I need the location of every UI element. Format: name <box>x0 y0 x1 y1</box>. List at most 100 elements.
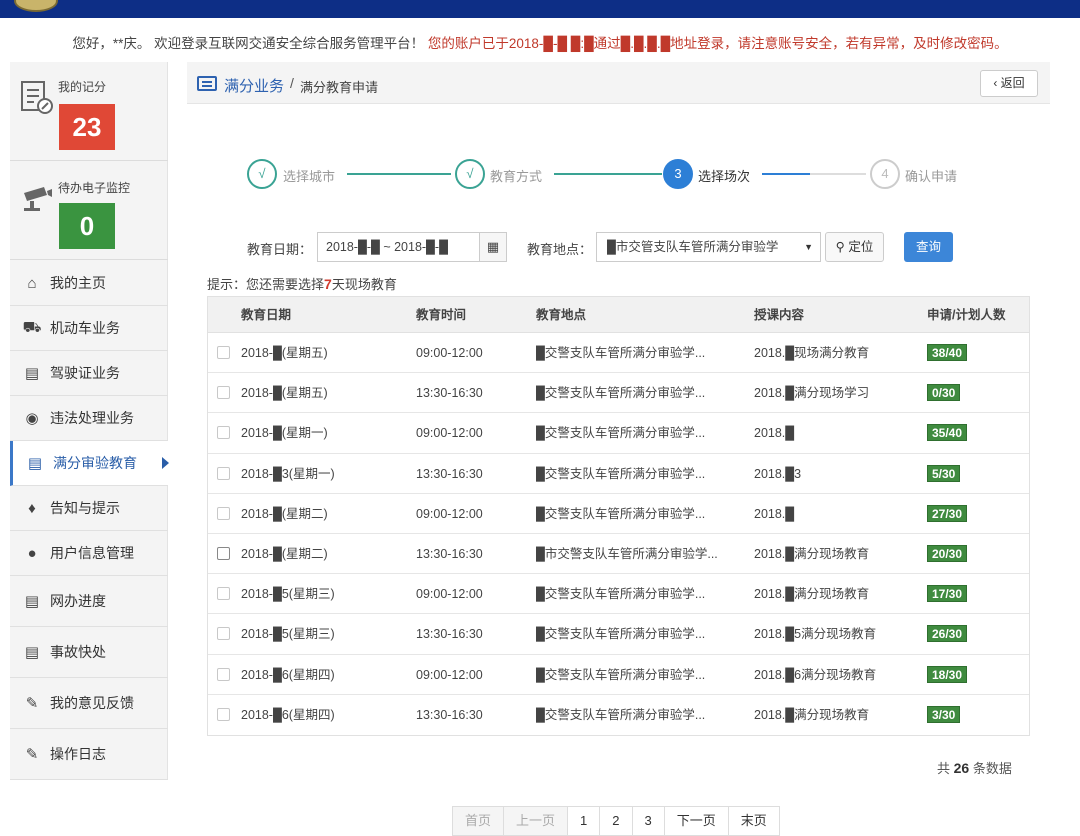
cell-content: 2018.█ <box>754 426 795 441</box>
welcome-hello: 您好，**庆。 欢迎登录互联网交通安全综合服务管理平台！ <box>72 36 425 51</box>
cell-count: 20/30 <box>927 534 968 574</box>
capacity-badge: 20/30 <box>927 544 968 562</box>
table-row[interactable]: 2018-█(星期一) 09:00-12:00 █交警支队车管所满分审验学... 20… <box>208 413 1029 454</box>
sidebar-item-progress[interactable]: ▤ 网办进度 <box>10 576 168 627</box>
table-row[interactable]: 2018-█(星期五) 13:30-16:30 █交警支队车管所满分审验学... 20… <box>208 373 1029 414</box>
cell-date: 2018-█(星期二) <box>241 546 328 561</box>
sidebar-item-feedback[interactable]: ✎ 我的意见反馈 <box>10 678 168 729</box>
row-checkbox[interactable] <box>217 466 230 480</box>
log-icon: ✎ <box>25 746 39 763</box>
row-checkbox[interactable] <box>217 506 230 520</box>
capacity-badge: 0/30 <box>927 384 961 402</box>
cell-count: 35/40 <box>927 413 968 453</box>
sidebar-item-home[interactable]: ⌂ 我的主页 <box>10 261 168 306</box>
place-select-value: █市交管支队车管所满分审验学 <box>607 240 779 254</box>
table-row[interactable]: 2018-█(星期二) 13:30-16:30 █市交警支队车管所满分审验学... 2… <box>208 534 1029 575</box>
cell-content: 2018.█现场满分教育 <box>754 346 870 360</box>
sidebar-item-license[interactable]: ▤ 驾驶证业务 <box>10 351 168 396</box>
first-page-button[interactable]: 首页 <box>453 807 505 835</box>
column-header-count: 申请/计划人数 <box>927 308 1006 322</box>
sidebar-item-vehicle[interactable]: ⛟ 机动车业务 <box>10 306 168 351</box>
table-row[interactable]: 2018-█5(星期三) 13:30-16:30 █交警支队车管所满分审验学... 2… <box>208 614 1029 655</box>
locate-button-label: 定位 <box>848 240 874 254</box>
row-checkbox[interactable] <box>217 546 230 560</box>
total-prefix: 共 <box>937 761 951 776</box>
cell-count: 18/30 <box>927 655 968 695</box>
welcome-message: 您好，**庆。 欢迎登录互联网交通安全综合服务管理平台！ 您的账户已于2018-… <box>0 32 1080 52</box>
total-number: 26 <box>953 760 970 776</box>
hint-suffix: 天现场教育 <box>331 277 397 292</box>
cell-count: 5/30 <box>927 454 961 494</box>
step-connector <box>810 173 866 175</box>
page-1-button[interactable]: 1 <box>568 807 601 835</box>
row-checkbox[interactable] <box>217 386 230 400</box>
sidebar-item-label: 违法处理业务 <box>50 410 134 426</box>
login-warning: 您的账户已于2018-█-█ █:█通过█.█.█.█地址登录，请注意账号安全，… <box>427 36 1008 51</box>
page-3-button[interactable]: 3 <box>632 807 665 835</box>
table-row[interactable]: 2018-█3(星期一) 13:30-16:30 █交警支队车管所满分审验学... 2… <box>208 454 1029 494</box>
locate-button[interactable]: ⚲ 定位 <box>825 232 884 262</box>
cell-date: 2018-█5(星期三) <box>241 627 335 642</box>
cell-time: 09:00-12:00 <box>416 506 483 521</box>
step-4-number: 4 <box>870 159 900 189</box>
active-arrow-icon <box>162 457 169 469</box>
date-range-input[interactable]: 2018-█-█ ~ 2018-█-█ ▦ <box>317 232 507 262</box>
sidebar-item-user-info[interactable]: ● 用户信息管理 <box>10 531 168 576</box>
step-connector <box>347 173 451 175</box>
row-checkbox[interactable] <box>217 346 230 359</box>
date-range-value: 2018-█-█ ~ 2018-█-█ <box>326 240 448 254</box>
last-page-button[interactable]: 末页 <box>728 807 779 835</box>
cell-content: 2018.█ <box>754 506 795 521</box>
cell-content: 2018.█满分现场教育 <box>754 707 870 722</box>
score-panel[interactable]: 我的记分 23 <box>10 62 168 161</box>
cell-place: █市交警支队车管所满分审验学... <box>536 546 718 561</box>
monitor-panel[interactable]: 待办电子监控 0 <box>10 161 168 260</box>
next-page-button[interactable]: 下一页 <box>664 807 729 835</box>
table-row[interactable]: 2018-█6(星期四) 13:30-16:30 █交警支队车管所满分审验学... 2… <box>208 695 1029 735</box>
cell-place: █交警支队车管所满分审验学... <box>536 386 706 401</box>
score-value: 23 <box>59 104 115 150</box>
capacity-badge: 38/40 <box>927 344 968 361</box>
cell-time: 13:30-16:30 <box>416 627 483 642</box>
calendar-icon[interactable]: ▦ <box>479 233 506 261</box>
cell-count: 38/40 <box>927 333 968 373</box>
cell-place: █交警支队车管所满分审验学... <box>536 426 706 441</box>
back-button[interactable]: ‹ 返回 <box>980 70 1038 97</box>
row-checkbox[interactable] <box>217 587 230 601</box>
query-button[interactable]: 查询 <box>904 232 953 262</box>
cell-place: █交警支队车管所满分审验学... <box>536 346 706 360</box>
table-row[interactable]: 2018-█6(星期四) 09:00-12:00 █交警支队车管所满分审验学... 2… <box>208 655 1029 695</box>
cell-content: 2018.█3 <box>754 466 802 481</box>
prev-page-button[interactable]: 上一页 <box>504 807 569 835</box>
session-table: 教育日期 教育时间 教育地点 授课内容 申请/计划人数 2018-█(星期五) 0… <box>207 296 1030 736</box>
map-pin-icon: ⚲ <box>835 240 845 254</box>
row-checkbox[interactable] <box>217 426 230 440</box>
sidebar-item-label: 我的意见反馈 <box>50 695 134 711</box>
cell-date: 2018-█(星期二) <box>241 506 328 521</box>
bell-icon: ♦ <box>28 499 36 517</box>
breadcrumb-section[interactable]: 满分业务 <box>224 75 284 96</box>
sidebar-item-violation[interactable]: ◉ 违法处理业务 <box>10 396 168 441</box>
sidebar-item-accident[interactable]: ▤ 事故快处 <box>10 627 168 678</box>
place-select[interactable]: █市交管支队车管所满分审验学 ▼ <box>596 232 821 262</box>
table-row[interactable]: 2018-█5(星期三) 09:00-12:00 █交警支队车管所满分审验学... 2… <box>208 574 1029 615</box>
date-label: 教育日期： <box>247 242 313 257</box>
cell-date: 2018-█6(星期四) <box>241 707 335 722</box>
row-checkbox[interactable] <box>217 707 230 721</box>
page-2-button[interactable]: 2 <box>600 807 633 835</box>
sidebar-item-log[interactable]: ✎ 操作日志 <box>10 729 168 780</box>
sidebar-item-label: 我的主页 <box>50 275 106 291</box>
row-checkbox[interactable] <box>217 667 230 681</box>
capacity-badge: 18/30 <box>927 665 968 683</box>
total-suffix: 条数据 <box>972 761 1012 776</box>
cell-content: 2018.█5满分现场教育 <box>754 627 877 642</box>
step-2-check-icon: √ <box>455 159 485 189</box>
table-row[interactable]: 2018-█(星期五) 09:00-12:00 █交警支队车管所满分审验学... 20… <box>208 333 1029 374</box>
sidebar-item-notice[interactable]: ♦ 告知与提示 <box>10 486 168 531</box>
site-logo <box>14 0 58 12</box>
sidebar-item-education[interactable]: ▤ 满分审验教育 <box>10 441 169 486</box>
cell-place: █交警支队车管所满分审验学... <box>536 506 706 521</box>
cell-time: 09:00-12:00 <box>416 667 483 682</box>
row-checkbox[interactable] <box>217 627 230 641</box>
table-row[interactable]: 2018-█(星期二) 09:00-12:00 █交警支队车管所满分审验学... 20… <box>208 494 1029 534</box>
